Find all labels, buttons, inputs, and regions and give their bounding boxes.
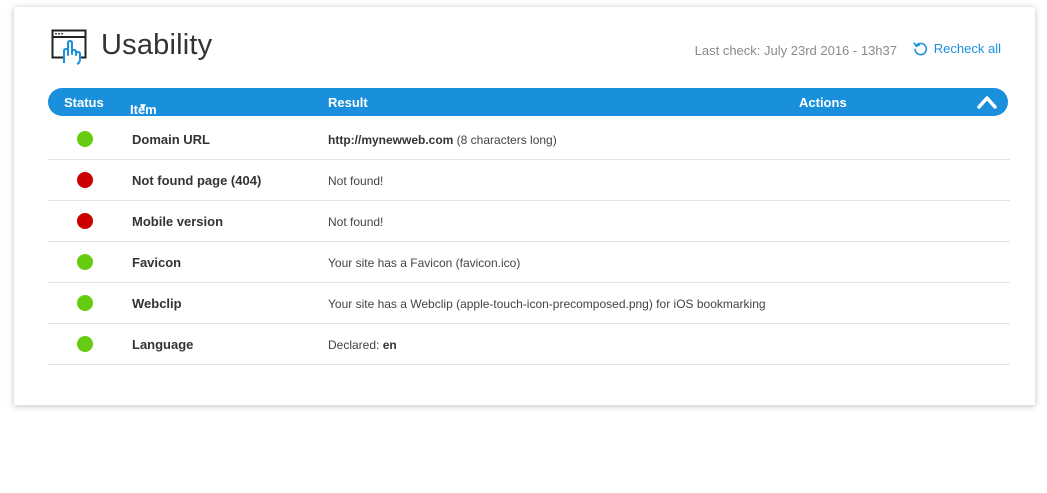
- page-title: Usability: [101, 29, 213, 61]
- item-name: Domain URL: [132, 132, 210, 147]
- recheck-all-button[interactable]: Recheck all: [913, 41, 1001, 56]
- item-name: Language: [132, 337, 194, 352]
- result-text: Declared: en: [328, 338, 397, 352]
- results-table-body: Domain URL http://mynewweb.com (8 charac…: [48, 119, 1010, 365]
- table-row: Favicon Your site has a Favicon (favicon…: [48, 242, 1010, 283]
- column-status: Status: [64, 95, 104, 110]
- item-name: Mobile version: [132, 214, 224, 229]
- result-text: Your site has a Favicon (favicon.ico): [328, 256, 521, 270]
- table-row: Webclip Your site has a Webclip (apple-t…: [48, 283, 1010, 324]
- last-check-timestamp: Last check: July 23rd 2016 - 13h37: [694, 43, 897, 58]
- status-pass-indicator: [77, 131, 93, 147]
- refresh-icon: [913, 42, 927, 56]
- status-pass-indicator: [77, 336, 93, 352]
- status-fail-indicator: [77, 172, 93, 188]
- caret-down-icon: ▼: [138, 102, 148, 113]
- table-row: Mobile version Not found!: [48, 201, 1010, 242]
- recheck-all-label: Recheck all: [933, 41, 1001, 56]
- status-pass-indicator: [77, 254, 93, 270]
- usability-card: Usability Last check: July 23rd 2016 - 1…: [14, 7, 1035, 405]
- result-text: Not found!: [328, 174, 384, 188]
- item-name: Favicon: [132, 255, 182, 270]
- table-header: Status Item ▼ Result Actions: [48, 88, 1008, 117]
- item-name: Not found page (404): [132, 173, 262, 188]
- status-fail-indicator: [77, 213, 93, 229]
- column-result: Result: [328, 95, 368, 110]
- browser-pointer-icon: [51, 29, 87, 65]
- chevron-up-icon[interactable]: [976, 93, 998, 111]
- item-name: Webclip: [132, 296, 182, 311]
- result-text: http://mynewweb.com (8 characters long): [328, 133, 557, 147]
- result-text: Your site has a Webclip (apple-touch-ico…: [328, 297, 766, 311]
- column-actions: Actions: [799, 95, 847, 110]
- result-text: Not found!: [328, 215, 384, 229]
- table-row: Not found page (404) Not found!: [48, 160, 1010, 201]
- card-header: Usability Last check: July 23rd 2016 - 1…: [14, 7, 1035, 87]
- table-row: Domain URL http://mynewweb.com (8 charac…: [48, 119, 1010, 160]
- status-pass-indicator: [77, 295, 93, 311]
- table-row: Language Declared: en: [48, 324, 1010, 365]
